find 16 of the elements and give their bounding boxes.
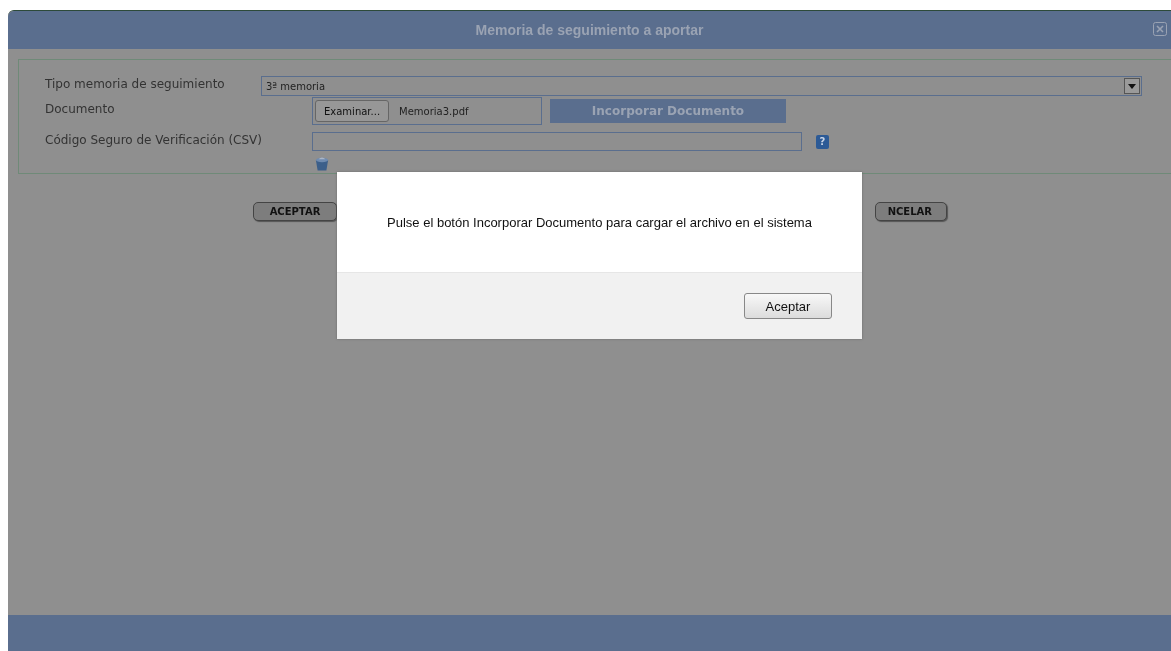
cancel-button[interactable]: NCELAR xyxy=(875,202,947,221)
trash-icon[interactable] xyxy=(315,154,329,172)
field-label: Documento xyxy=(45,102,116,116)
field-label: Tipo memoria de seguimiento xyxy=(45,77,226,91)
accept-button[interactable]: ACEPTAR xyxy=(253,202,337,221)
window-title: Memoria de seguimiento a aportar xyxy=(475,22,704,38)
field-label: Código Seguro de Verificación (CSV) xyxy=(45,132,263,147)
browse-button[interactable]: Examinar... xyxy=(315,100,390,122)
close-icon[interactable] xyxy=(1153,22,1167,36)
ok-button[interactable]: Aceptar xyxy=(744,293,832,319)
memoria-type-dropdown[interactable]: 3ª memoria xyxy=(261,76,1142,96)
alert-message: Pulse el botón Incorporar Documento para cargar el archivo en el sistema xyxy=(387,214,812,230)
csv-input-field[interactable] xyxy=(312,132,802,151)
file-name: Memoria3.pdf xyxy=(399,105,469,117)
file-input[interactable]: Examinar... Memoria3.pdf xyxy=(312,97,542,125)
help-button[interactable]: ? xyxy=(816,134,829,149)
